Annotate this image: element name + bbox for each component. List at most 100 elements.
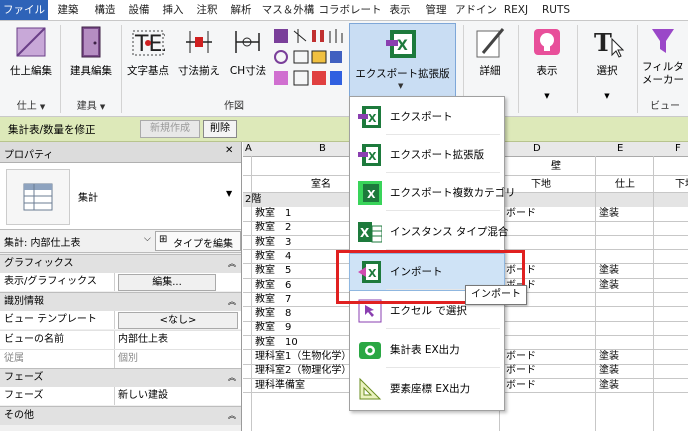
collapse-icon[interactable]: ︽	[228, 255, 236, 273]
room-name-cell[interactable]: 教室 1	[255, 207, 291, 221]
section-phase[interactable]: フェーズ ︽	[0, 368, 241, 387]
select-button[interactable]: T 選択 ▼	[581, 25, 633, 103]
room-name-cell[interactable]: 教室 5	[255, 264, 291, 278]
ch-dimension-button[interactable]: CH寸法	[226, 25, 270, 78]
menu-item-6[interactable]: 集計表 EX出力	[350, 332, 504, 368]
tab-2[interactable]: 構造	[88, 0, 122, 20]
tab-5[interactable]: 注釈	[190, 0, 224, 20]
tab-12[interactable]: REXJ	[498, 0, 534, 20]
finish-cell[interactable]: 塗装	[599, 279, 619, 293]
col-letter-b[interactable]: B	[319, 142, 326, 156]
finish-edit-button[interactable]: 仕上編集	[4, 25, 58, 78]
export-extended-button[interactable]: X エクスポート拡張版 ▼	[349, 23, 456, 97]
menu-divider	[386, 367, 500, 368]
menu-item-7[interactable]: 要素座標 EX出力	[350, 371, 504, 407]
tab-3[interactable]: 設備	[122, 0, 156, 20]
tab-6[interactable]: 解析	[224, 0, 258, 20]
col-letter-e[interactable]: E	[617, 142, 623, 156]
excel-export-large-icon: X	[386, 30, 416, 58]
chevron-down-icon[interactable]: ⌵	[144, 234, 151, 244]
base-cell[interactable]: ボード	[506, 350, 536, 364]
col-letter-f[interactable]: F	[675, 142, 681, 156]
chevron-down-icon: ▼	[544, 92, 550, 100]
tab-13[interactable]: RUTS	[534, 0, 578, 20]
group-label-drawing: 作図	[224, 101, 244, 112]
small-tools-icon[interactable]	[272, 27, 344, 89]
room-name-cell[interactable]: 理科準備室	[255, 379, 305, 393]
excel-export-ext-icon: X	[358, 144, 381, 166]
col-letter-a[interactable]: A	[245, 142, 252, 156]
room-name-cell[interactable]: 教室 3	[255, 236, 291, 250]
tab-4[interactable]: 挿入	[156, 0, 190, 20]
new-create-button[interactable]: 新規作成	[140, 120, 200, 138]
menu-item-2[interactable]: X エクスポート複数カテゴリ	[350, 175, 516, 211]
tab-0[interactable]: ファイル	[0, 0, 48, 20]
detail-button[interactable]: 詳細	[466, 25, 514, 78]
col-letter-d[interactable]: D	[533, 142, 541, 156]
finish-cell[interactable]: 塗装	[599, 364, 619, 378]
base-cell[interactable]: ボード	[506, 379, 536, 393]
finish-edit-label: 仕上編集	[10, 65, 52, 77]
tab-7[interactable]: マス＆外構	[258, 0, 318, 20]
menu-item-1[interactable]: X エクスポート拡張版	[350, 137, 504, 173]
finish-cell[interactable]: 塗装	[599, 207, 619, 221]
menu-item-label: インスタンス タイプ混合	[390, 226, 509, 238]
collapse-icon[interactable]: ︽	[228, 369, 236, 387]
base-cell[interactable]: ボード	[506, 364, 536, 378]
collapse-icon[interactable]: ︽	[228, 407, 236, 425]
section-identity[interactable]: 識別情報 ︽	[0, 292, 241, 311]
menu-item-label: エクスポート	[390, 111, 453, 123]
close-icon[interactable]: ✕	[225, 145, 233, 156]
view-name-value[interactable]: 内部仕上表	[118, 331, 168, 349]
finish-cell[interactable]: 塗装	[599, 264, 619, 278]
base-cell[interactable]: ボード	[506, 207, 536, 221]
header-f: 下地	[675, 179, 688, 190]
display-label: 表示	[536, 65, 558, 77]
room-name-cell[interactable]: 教室 8	[255, 307, 291, 321]
tab-1[interactable]: 建築	[48, 0, 88, 20]
finish-cell[interactable]: 塗装	[599, 379, 619, 393]
menu-item-0[interactable]: X エクスポート	[350, 99, 504, 135]
tab-10[interactable]: 管理	[418, 0, 454, 20]
edit-type-button[interactable]: ⊞ タイプを編集	[155, 231, 241, 251]
collapse-icon[interactable]: ︽	[228, 293, 236, 311]
tab-9[interactable]: 表示	[382, 0, 418, 20]
context-bar: 集計表/数量を修正 新規作成 削除	[0, 117, 688, 142]
section-graphics[interactable]: グラフィックス ︽	[0, 254, 241, 273]
tab-8[interactable]: コラボレート	[318, 0, 382, 20]
instance-selector[interactable]: 集計: 内部仕上表	[4, 234, 81, 249]
text-origin-label: 文字基点	[127, 65, 169, 77]
dimension-align-button[interactable]: 寸法揃え	[174, 25, 224, 78]
prop-row-visibility: 表示/グラフィックスの...編集...	[0, 273, 241, 305]
door-edit-label: 建具編集	[70, 65, 112, 77]
type-selector[interactable]: 集計 ▼	[0, 163, 241, 230]
view-template-button[interactable]: <なし>	[118, 312, 238, 329]
room-name-cell[interactable]: 教室 2	[255, 221, 291, 235]
display-button[interactable]: 表示 ▼	[521, 25, 573, 103]
column-divider	[251, 156, 252, 431]
header-base: 下地	[531, 179, 551, 190]
excel-instance-type-icon: X	[358, 222, 382, 243]
edit-visibility-button[interactable]: 編集...	[118, 274, 216, 291]
text-origin-icon: TEXT	[132, 30, 165, 57]
filter-maker-button[interactable]: フィルタ メーカー	[642, 25, 688, 87]
room-name-cell[interactable]: 理科室2（物理化学）	[255, 364, 351, 378]
section-other[interactable]: その他 ︽	[0, 406, 241, 425]
door-edit-button[interactable]: 建具編集	[64, 25, 118, 78]
room-name-cell[interactable]: 教室 4	[255, 250, 291, 264]
dimension-align-icon	[186, 31, 212, 53]
text-origin-button[interactable]: TEXT 文字基点	[124, 25, 172, 78]
room-name-cell[interactable]: 教室 6	[255, 279, 291, 293]
phase-value[interactable]: 新しい建設	[118, 387, 168, 405]
menu-divider	[386, 172, 500, 173]
delete-button[interactable]: 削除	[203, 120, 237, 138]
room-name-cell[interactable]: 教室 9	[255, 321, 291, 335]
schedule-thumbnail	[6, 169, 70, 225]
room-name-cell[interactable]: 教室 10	[255, 336, 298, 350]
menu-item-3[interactable]: X インスタンス タイプ混合	[350, 214, 508, 250]
header-finish: 仕上	[615, 179, 635, 190]
tab-11[interactable]: アドイン	[454, 0, 498, 20]
room-name-cell[interactable]: 教室 7	[255, 293, 291, 307]
room-name-cell[interactable]: 理科室1（生物化学）	[255, 350, 351, 364]
finish-cell[interactable]: 塗装	[599, 350, 619, 364]
